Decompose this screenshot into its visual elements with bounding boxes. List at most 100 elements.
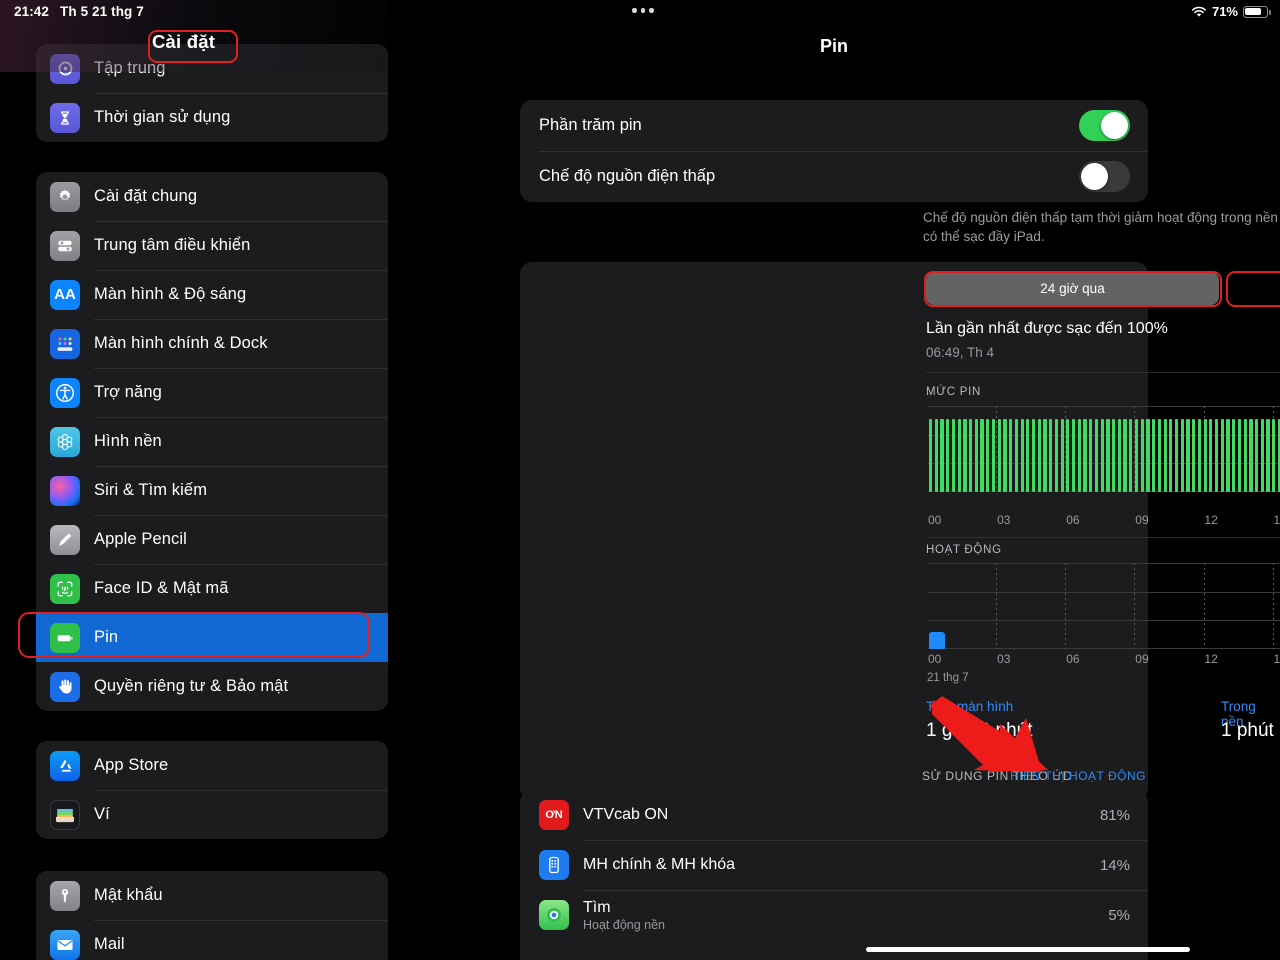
battery-percent-label: 71% — [1211, 4, 1238, 19]
sidebar-item-siri-tim-kiem[interactable]: Siri & Tìm kiếm — [36, 466, 388, 515]
sidebar-item-app-store[interactable]: App Store — [36, 741, 388, 790]
gridline — [927, 620, 1280, 622]
battery-level-bar — [1152, 418, 1156, 492]
battery-level-bar — [1146, 418, 1150, 492]
sidebar-item-label: Ví — [94, 805, 110, 823]
segment-24-hours[interactable]: 24 giờ qua — [926, 272, 1219, 305]
app-name: MH chính & MH khóa — [583, 856, 736, 873]
x-tick-label: 12 — [1204, 513, 1218, 527]
three-dots-handle[interactable] — [632, 8, 654, 13]
battery-level-bar — [1003, 418, 1007, 492]
switch-knob — [1101, 112, 1128, 139]
status-bar-right: 71% — [1191, 4, 1271, 19]
sidebar-item-pin[interactable]: Pin — [36, 613, 388, 662]
battery-level-bar — [1031, 418, 1036, 492]
battery-level-bar — [1100, 418, 1104, 492]
x-tick-label: 15 — [1273, 513, 1280, 527]
sidebar-item-trung-tam-dieu-khien[interactable]: Trung tâm điều khiển — [36, 221, 388, 270]
battery-level-bar — [1220, 418, 1224, 492]
battery-level-bar — [1014, 418, 1018, 492]
sidebar-item-face-id-mat-ma[interactable]: Face ID & Mật mã — [36, 564, 388, 613]
sidebar-item-apple-pencil[interactable]: Apple Pencil — [36, 515, 388, 564]
grid-dash — [1203, 563, 1205, 649]
sidebar-item-man-hinh-chinh-dock[interactable]: Màn hình chính & Dock — [36, 319, 388, 368]
battery-level-bar — [957, 418, 961, 492]
low-power-mode-switch[interactable] — [1079, 161, 1130, 192]
table-row[interactable]: ƠN VTVcab ON 81% — [520, 790, 1148, 840]
row-che-do-nguon-dien-thap[interactable]: Chế độ nguồn điện thấp — [520, 151, 1148, 202]
sidebar-item-mail[interactable]: Mail — [36, 920, 388, 960]
battery-level-bar — [1066, 418, 1070, 492]
sidebar-item-thoi-gian-su-dung[interactable]: Thời gian sử dụng — [36, 93, 388, 142]
chart-title-hoat-dong: HOẠT ĐỘNG — [926, 544, 1002, 556]
battery-level-bar — [929, 418, 933, 492]
battery-level-bar — [1192, 418, 1196, 492]
show-activity-link[interactable]: HIỂN THỊ HOẠT ĐỘNG — [1010, 769, 1146, 783]
row-phan-tram-pin[interactable]: Phần trăm pin — [520, 100, 1148, 151]
sidebar-group-main: Cài đặt chung Trung tâm điều khiển AA Mà… — [36, 172, 388, 711]
sidebar-group-store: App Store Ví — [36, 741, 388, 839]
battery-level-bar — [1249, 418, 1253, 492]
app-text: MH chính & MH khóa — [583, 856, 1100, 874]
battery-level-bar — [1026, 418, 1030, 492]
sidebar-item-cai-dat-chung[interactable]: Cài đặt chung — [36, 172, 388, 221]
x-tick-label: 03 — [997, 513, 1011, 527]
plot-frame-bottom — [927, 648, 1280, 649]
time-range-segmented-control[interactable]: 24 giờ qua 10 ngày qua — [926, 272, 1280, 305]
battery-level-bar — [1117, 418, 1121, 492]
x-tick-label: 06 — [1066, 513, 1080, 527]
status-bar: 21:42 Th 5 21 thg 7 71% — [0, 0, 1280, 26]
battery-level-bar — [991, 418, 996, 492]
home-screen-dock-icon — [50, 328, 80, 359]
privacy-hand-icon — [50, 671, 80, 702]
segment-10-days[interactable]: 10 ngày qua — [1229, 272, 1280, 305]
sidebar-item-vi[interactable]: Ví — [36, 790, 388, 839]
sidebar-item-mat-khau[interactable]: Mật khẩu — [36, 871, 388, 920]
sidebar-item-label: Pin — [94, 628, 119, 646]
table-row[interactable]: MH chính & MH khóa 14% — [520, 840, 1148, 890]
sidebar-item-tro-nang[interactable]: Trợ năng — [36, 368, 388, 417]
battery-level-bar — [1180, 418, 1184, 492]
app-subtitle: Hoạt động nền — [583, 917, 666, 932]
battery-icon — [1243, 5, 1271, 18]
battery-level-bar — [1174, 418, 1179, 492]
battery-level-bar — [1060, 418, 1064, 492]
table-row[interactable]: Tìm Hoạt động nền 5% — [520, 890, 1148, 940]
sidebar-item-label: Apple Pencil — [94, 530, 187, 548]
battery-level-bar — [1037, 418, 1041, 492]
battery-level-bar — [1134, 418, 1139, 492]
low-power-footnote: Chế độ nguồn điện thấp tạm thời giảm hoạ… — [923, 210, 1280, 244]
sidebar-item-man-hinh-do-sang[interactable]: AA Màn hình & Độ sáng — [36, 270, 388, 319]
battery-fill — [1245, 7, 1261, 16]
battery-level-bar — [1266, 418, 1270, 492]
sidebar-scroll-area[interactable]: Tập trung Thời gian sử dụng Cài đặt chun… — [0, 0, 388, 960]
settings-sidebar[interactable]: Tập trung Thời gian sử dụng Cài đặt chun… — [0, 0, 388, 960]
background-value: 1 phút — [1221, 720, 1274, 741]
sidebar-item-hinh-nen[interactable]: Hình nền — [36, 417, 388, 466]
screen-time-icon — [50, 102, 80, 133]
handle-dot — [632, 8, 637, 13]
battery-level-bar — [1089, 418, 1093, 492]
status-bar-left: 21:42 Th 5 21 thg 7 — [14, 4, 144, 19]
home-indicator — [866, 947, 1190, 952]
sidebar-item-label: Quyền riêng tư & Bảo mật — [94, 677, 289, 695]
battery-level-bar — [951, 418, 956, 492]
sidebar-item-label: Siri & Tìm kiếm — [94, 481, 208, 499]
accessibility-icon — [50, 377, 80, 408]
siri-icon — [50, 475, 80, 506]
app-name: VTVcab ON — [583, 806, 669, 823]
last-charge-time: 06:49, Th 4 — [926, 345, 995, 360]
activity-chart — [927, 563, 1280, 649]
battery-level-bar — [1186, 418, 1190, 492]
battery-percentage-switch[interactable] — [1079, 110, 1130, 141]
battery-level-bar — [934, 418, 938, 492]
onscreen-value: 1 giờ, 9 phút — [926, 720, 1033, 741]
battery-level-bar — [1077, 418, 1081, 492]
plot-frame-top — [927, 563, 1280, 564]
battery-level-bar — [1009, 418, 1013, 492]
battery-level-bar — [1043, 418, 1047, 492]
battery-level-bar — [1094, 418, 1099, 492]
sidebar-item-label: Hình nền — [94, 432, 162, 450]
last-charge-title: Lần gần nhất được sạc đến 100% — [926, 320, 1168, 337]
sidebar-item-quyen-rieng-tu-bao-mat[interactable]: Quyền riêng tư & Bảo mật — [36, 662, 388, 711]
